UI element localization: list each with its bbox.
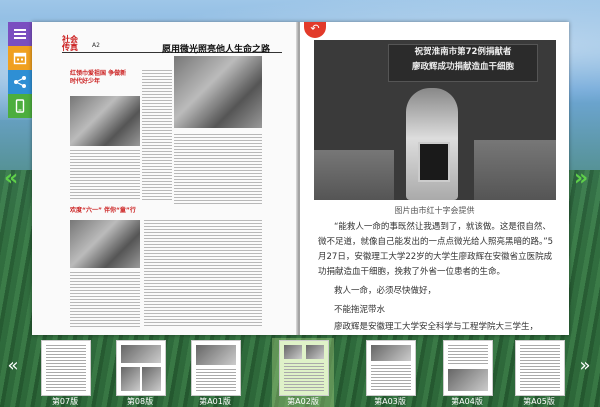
thumbnail-label[interactable]: 第A01版	[185, 396, 245, 407]
article-subhead: 救人一命，必须尽快做好，	[334, 286, 437, 296]
calendar-icon	[13, 52, 27, 65]
calendar-button[interactable]	[8, 46, 32, 70]
banner-line-2: 廖政辉成功捐献造血干细胞	[411, 62, 514, 72]
banner-line-1: 祝贺淮南市第72例捐献者	[414, 47, 512, 57]
thumbnail-page-07[interactable]	[41, 340, 91, 396]
sub-headline-2: 欢度“六一” 伴你“童”行	[70, 207, 136, 214]
menu-button[interactable]	[8, 22, 32, 46]
thumbnail-label[interactable]: 第08版	[110, 396, 170, 407]
share-icon	[14, 76, 26, 88]
photo-caption: 图片由市红十字会提供	[394, 206, 475, 215]
news-photo	[70, 96, 140, 146]
article-photo: 祝贺淮南市第72例捐献者 廖政辉成功捐献造血干细胞	[314, 40, 556, 200]
text-column	[174, 134, 262, 204]
text-column	[70, 150, 140, 200]
menu-icon	[14, 29, 26, 39]
page-number: A2	[92, 42, 100, 49]
thumbnail-label[interactable]: 第A05版	[509, 396, 569, 407]
page-thumbnail-strip: 第07版 第08版 第A01版 第A02版 第A03版 第A04版 第A05版	[0, 338, 600, 407]
hospital-bed	[474, 140, 556, 200]
undo-arrow-icon: ↶	[310, 22, 320, 35]
text-column	[70, 272, 140, 328]
main-headline: 愿用微光照亮他人生命之路	[162, 45, 271, 55]
share-button[interactable]	[8, 70, 32, 94]
prev-page-arrow-icon[interactable]: «	[4, 168, 18, 190]
thumbnails-next-icon[interactable]: »	[578, 356, 592, 376]
news-photo	[174, 56, 262, 128]
thumbnails-prev-icon[interactable]: «	[6, 356, 20, 376]
thumbnail-page-a05[interactable]	[515, 340, 565, 396]
thumbnail-page-a03[interactable]	[366, 340, 416, 396]
thumbnail-label[interactable]: 第07版	[35, 396, 95, 407]
article-paragraph: “能救人一命的事既然让我遇到了，就该做。这是很自然、微不足道，就像自己能发出的一…	[318, 222, 554, 277]
text-column	[144, 220, 262, 328]
sub-headline: 红领巾爱祖国 争做新时代好少年	[70, 70, 127, 85]
section-label: 社会 传真	[62, 35, 78, 52]
mobile-icon	[15, 99, 25, 113]
mobile-button[interactable]	[8, 94, 32, 118]
thumbnail-page-08[interactable]	[116, 340, 166, 396]
tool-bar	[8, 22, 32, 118]
article-paragraph: 廖政辉是安徽理工大学安全科学与工程学院大三学生，2021	[334, 322, 539, 332]
next-page-arrow-icon[interactable]: »	[574, 168, 588, 190]
right-page[interactable]: 祝贺淮南市第72例捐献者 廖政辉成功捐献造血干细胞 图片由市红十字会提供 “能救…	[300, 22, 569, 335]
thumbnail-label[interactable]: 第A02版	[273, 396, 333, 407]
thumbnail-label[interactable]: 第A04版	[437, 396, 497, 407]
thumbnail-page-a01[interactable]	[191, 340, 241, 396]
thumbnail-page-a02[interactable]	[279, 340, 329, 396]
photo-banner: 祝贺淮南市第72例捐献者 廖政辉成功捐献造血干细胞	[388, 44, 538, 82]
newspaper-book: 社会 传真 A2 愿用微光照亮他人生命之路 红领巾爱祖国 争做新时代好少年 欢度…	[32, 22, 569, 335]
news-photo	[70, 220, 140, 268]
thumbnail-page-a04[interactable]	[443, 340, 493, 396]
thumbnail-label[interactable]: 第A03版	[360, 396, 420, 407]
hospital-bed	[314, 150, 394, 200]
certificate-frame	[418, 142, 450, 182]
left-page[interactable]: 社会 传真 A2 愿用微光照亮他人生命之路 红领巾爱祖国 争做新时代好少年 欢度…	[32, 22, 298, 335]
article-subhead: 不能拖泥带水	[334, 305, 386, 315]
text-column	[142, 70, 172, 200]
